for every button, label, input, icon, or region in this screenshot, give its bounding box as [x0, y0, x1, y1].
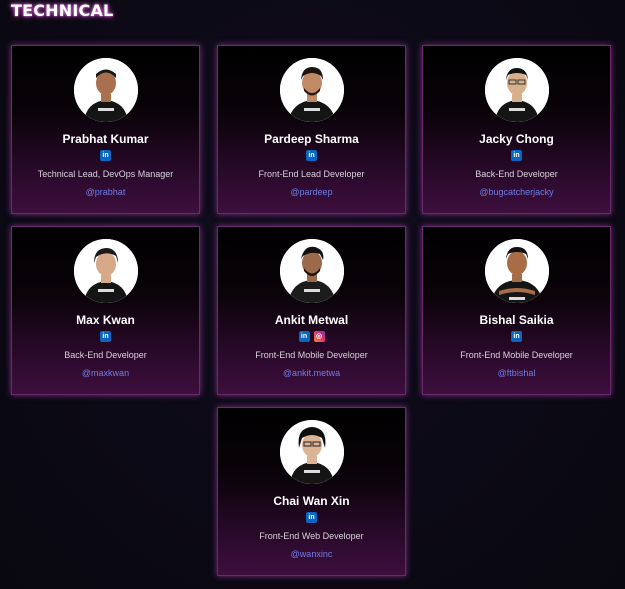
member-card: Prabhat Kumar in Technical Lead, DevOps …	[11, 45, 200, 214]
avatar	[279, 58, 344, 122]
avatar	[484, 239, 549, 303]
avatar	[73, 239, 138, 303]
social-links: in	[12, 331, 199, 343]
member-role: Front-End Mobile Developer	[255, 350, 368, 360]
member-handle-link[interactable]: @ankit.metwa	[218, 368, 405, 378]
social-links: in	[218, 512, 405, 524]
avatar	[279, 239, 344, 303]
avatar	[73, 58, 138, 122]
member-role: Back-End Developer	[475, 169, 558, 179]
member-card: Bishal Saikia in Front-End Mobile Develo…	[422, 226, 611, 395]
linkedin-icon[interactable]: in	[306, 150, 317, 161]
member-name: Pardeep Sharma	[264, 132, 359, 146]
instagram-icon[interactable]: ◎	[313, 331, 325, 342]
member-card: Chai Wan Xin in Front-End Web Developer …	[217, 407, 406, 576]
member-role: Front-End Mobile Developer	[460, 350, 573, 360]
linkedin-icon[interactable]: in	[511, 331, 522, 342]
section-title: TECHNICAL	[11, 1, 114, 20]
member-name: Ankit Metwal	[274, 313, 349, 327]
member-name: Jacky Chong	[479, 132, 554, 146]
member-handle-link[interactable]: @prabhat	[12, 187, 199, 197]
member-role: Front-End Web Developer	[259, 531, 364, 541]
member-handle-link[interactable]: @ftbishal	[423, 368, 610, 378]
member-role: Back-End Developer	[64, 350, 147, 360]
member-card: Pardeep Sharma in Front-End Lead Develop…	[217, 45, 406, 214]
member-name: Bishal Saikia	[479, 313, 554, 327]
avatar	[279, 420, 344, 484]
member-handle-link[interactable]: @maxkwan	[12, 368, 199, 378]
member-role: Front-End Lead Developer	[258, 169, 365, 179]
member-handle-link[interactable]: @pardeep	[218, 187, 405, 197]
social-links: in	[12, 150, 199, 162]
member-card: Max Kwan in Back-End Developer @maxkwan	[11, 226, 200, 395]
member-name: Prabhat Kumar	[62, 132, 149, 146]
social-links: in ◎	[218, 331, 405, 343]
team-page: TECHNICAL Prabhat Kumar in Technical Lea…	[0, 0, 625, 589]
linkedin-icon[interactable]: in	[100, 150, 111, 161]
member-role: Technical Lead, DevOps Manager	[37, 169, 174, 179]
member-handle-link[interactable]: @bugcatcherjacky	[423, 187, 610, 197]
linkedin-icon[interactable]: in	[306, 512, 317, 523]
member-handle-link[interactable]: @wanxinc	[218, 549, 405, 559]
member-name: Chai Wan Xin	[273, 494, 350, 508]
avatar	[484, 58, 549, 122]
social-links: in	[423, 150, 610, 162]
linkedin-icon[interactable]: in	[100, 331, 111, 342]
social-links: in	[423, 331, 610, 343]
member-card: Ankit Metwal in ◎ Front-End Mobile Devel…	[217, 226, 406, 395]
social-links: in	[218, 150, 405, 162]
member-card: Jacky Chong in Back-End Developer @bugca…	[422, 45, 611, 214]
linkedin-icon[interactable]: in	[298, 331, 310, 342]
member-name: Max Kwan	[76, 313, 135, 327]
linkedin-icon[interactable]: in	[511, 150, 522, 161]
